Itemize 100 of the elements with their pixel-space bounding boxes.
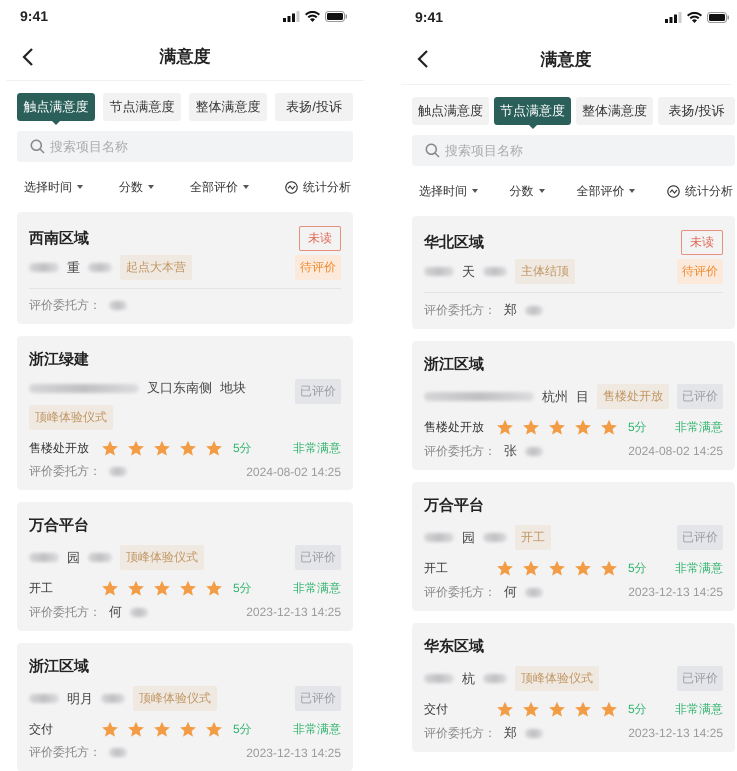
category-tab[interactable]: 整体满意度 [576,97,653,125]
search-field[interactable]: 搜索项目名称 [412,135,735,166]
redacted-text [29,694,59,703]
project-name: 杭州 [542,388,568,406]
redacted-text [88,553,112,562]
star-icon [522,419,540,436]
redacted-text [109,748,127,757]
region-title: 浙江区域 [424,355,484,374]
star-icon [153,580,171,597]
chart-icon [285,180,298,194]
date-text: 2023-12-13 14:25 [246,746,341,760]
client-label: 评价委托方： [29,463,101,480]
project-name: 目 [576,388,589,406]
redacted-text [109,467,127,476]
status-badge: 已评价 [677,666,723,691]
node-tag: 顶峰体验仪式 [133,686,217,711]
caret-icon [77,185,83,189]
signal-icon [283,10,300,22]
project-name: 明月 [67,690,93,708]
evaluation-card[interactable]: 浙江绿建 叉口东南侧 地块 顶峰体验仪式 已评价 售楼处开放 5分 非常满意 评价委托方： 2024-08-02 14:25 [17,336,353,490]
evaluation-card[interactable]: 华北区域 未读 天 主体结顶 待评价 评价委托方： 郑 [412,216,735,329]
filter-dropdown[interactable]: 分数 [510,182,545,200]
redacted-text [483,674,507,683]
filter-dropdown[interactable]: 选择时间 [24,178,83,196]
star-icon [205,440,223,457]
redacted-text [483,267,507,276]
project-name: 重 [67,258,80,276]
node-tag: 顶峰体验仪式 [120,545,204,570]
verdict-text: 非常满意 [675,419,723,436]
analysis-button[interactable]: 统计分析 [285,178,351,196]
category-tab[interactable]: 节点满意度 [103,93,181,121]
star-icon [127,580,145,597]
redacted-text [101,694,125,703]
status-badge: 已评价 [677,384,723,409]
star-icon [548,560,566,577]
rating-label: 售楼处开放 [424,419,485,436]
score-text: 5分 [628,560,647,577]
star-icon [496,701,514,718]
search-field[interactable]: 搜索项目名称 [17,131,353,162]
client-label: 评价委托方： [424,724,496,742]
rating-label: 开工 [29,580,54,597]
star-icon [574,419,592,436]
star-icon [522,701,540,718]
status-badge: 已评价 [295,379,341,404]
category-tab[interactable]: 表扬/投诉 [275,93,353,121]
wifi-icon [687,12,702,22]
back-icon[interactable] [417,49,429,69]
star-icon [101,440,119,457]
date-text: 2024-08-02 14:25 [628,444,723,458]
star-icon [600,560,618,577]
client-label: 评价委托方： [424,302,496,318]
caret-icon [472,189,478,193]
redacted-text [109,301,127,310]
client-label: 评价委托方： [424,584,496,600]
rating-label: 交付 [29,721,54,738]
node-tag: 顶峰体验仪式 [515,666,599,691]
star-icon [127,721,145,738]
redacted-text [525,446,543,456]
battery-icon [325,10,347,22]
score-text: 5分 [233,721,252,738]
star-icon [101,721,119,738]
category-tab[interactable]: 整体满意度 [189,93,267,121]
star-icon [600,419,618,436]
region-title: 万合平台 [424,496,484,515]
region-title: 华东区域 [424,637,484,656]
client-name: 何 [109,603,122,621]
filter-dropdown[interactable]: 全部评价 [576,182,636,200]
star-icon [101,580,119,597]
category-tab[interactable]: 表扬/投诉 [658,97,735,125]
filter-dropdown[interactable]: 全部评价 [190,178,249,196]
evaluation-card[interactable]: 华东区域 杭 顶峰体验仪式 已评价 交付 5分 非常满意 评价委托方： 郑 2023-12-13 14:25 [412,623,735,752]
evaluation-card[interactable]: 西南区域 未读 重 起点大本营 待评价 评价委托方： [17,212,353,324]
star-icon [522,560,540,577]
evaluation-card[interactable]: 浙江区域 明月 顶峰体验仪式 已评价 交付 5分 非常满意 评价委托方： 2023-12-13 14:25 [17,643,353,771]
project-name: 园 [67,548,80,566]
region-title: 浙江区域 [29,657,89,676]
redacted-text [29,553,59,562]
evaluation-card[interactable]: 万合平台 园 顶峰体验仪式 已评价 开工 5分 非常满意 评价委托方： 何 2023-12-13 14:25 [17,502,353,631]
status-badge: 已评价 [677,525,723,550]
category-tab[interactable]: 触点满意度 [412,97,489,125]
score-text: 5分 [233,440,252,457]
chart-icon [666,184,680,198]
filter-dropdown[interactable]: 分数 [119,178,154,196]
filter-dropdown[interactable]: 选择时间 [419,182,478,200]
redacted-text [424,267,454,276]
unread-badge: 未读 [299,226,341,251]
evaluation-card[interactable]: 万合平台 园 开工 已评价 开工 5分 非常满意 评价委托方： 何 2023-12-13 14:25 [412,482,735,611]
node-tag: 主体结顶 [515,259,575,284]
rating-label: 开工 [424,560,449,577]
analysis-button[interactable]: 统计分析 [666,182,733,200]
verdict-text: 非常满意 [293,440,341,457]
evaluation-card[interactable]: 浙江区域 杭州 目 售楼处开放 已评价 售楼处开放 5分 非常满意 评价委托方： 张 2024-08-02 14:25 [412,341,735,470]
back-icon[interactable] [22,47,34,68]
region-title: 浙江绿建 [29,350,89,369]
caret-icon [243,185,249,189]
client-label: 评价委托方： [424,442,496,460]
node-tag: 售楼处开放 [597,384,669,409]
star-icon [205,721,223,738]
score-text: 5分 [628,701,647,718]
redacted-text [525,728,543,738]
